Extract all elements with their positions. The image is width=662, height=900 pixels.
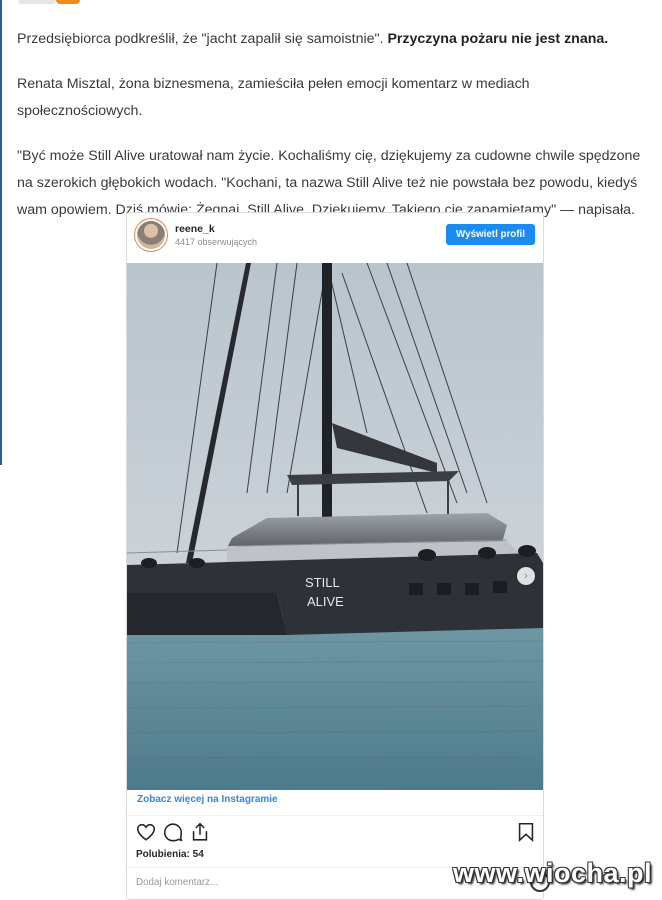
see-more-link[interactable]: Zobacz więcej na Instagramie	[137, 794, 278, 805]
username[interactable]: reene_k	[175, 223, 215, 235]
yacht-photo-svg: STILL ALIVE	[127, 263, 543, 790]
likes-count: Polubienia: 54	[136, 849, 204, 860]
paragraph-2: Renata Misztal, żona biznesmena, zamieśc…	[17, 76, 530, 119]
paragraph-1-text: Przedsiębiorca podkreślił, że "jacht zap…	[17, 31, 388, 47]
comment-input[interactable]	[136, 873, 466, 891]
sea	[127, 621, 543, 790]
top-orange-tab	[56, 0, 80, 4]
left-edge-bar	[0, 0, 2, 465]
post-photo[interactable]: STILL ALIVE ›	[127, 263, 543, 790]
watermark-text: www.wiocha.pl	[452, 858, 652, 888]
comment-icon[interactable]	[162, 821, 184, 843]
chevron-right-icon[interactable]: ›	[517, 567, 535, 585]
bookmark-icon[interactable]	[515, 821, 537, 843]
top-grey-tab	[18, 0, 56, 4]
share-icon[interactable]	[189, 821, 211, 843]
instagram-header: reene_k 4417 obserwujących Wyświetl prof…	[127, 213, 543, 263]
article-body: Przedsiębiorca podkreślił, że "jacht zap…	[17, 26, 647, 242]
hull-name-line2: ALIVE	[307, 594, 344, 609]
top-strip	[0, 0, 662, 6]
view-profile-button[interactable]: Wyświetl profil	[446, 224, 535, 245]
paragraph-1: Przedsiębiorca podkreślił, że "jacht zap…	[17, 26, 647, 53]
avatar[interactable]	[137, 221, 165, 249]
divider	[127, 815, 543, 816]
paragraph-1-bold: Przyczyna pożaru nie jest znana.	[387, 31, 609, 47]
action-bar	[135, 821, 535, 845]
followers-count: 4417 obserwujących	[175, 237, 258, 247]
hull-name-line1: STILL	[305, 575, 340, 590]
heart-icon[interactable]	[135, 821, 157, 843]
instagram-embed: reene_k 4417 obserwujących Wyświetl prof…	[126, 212, 544, 900]
